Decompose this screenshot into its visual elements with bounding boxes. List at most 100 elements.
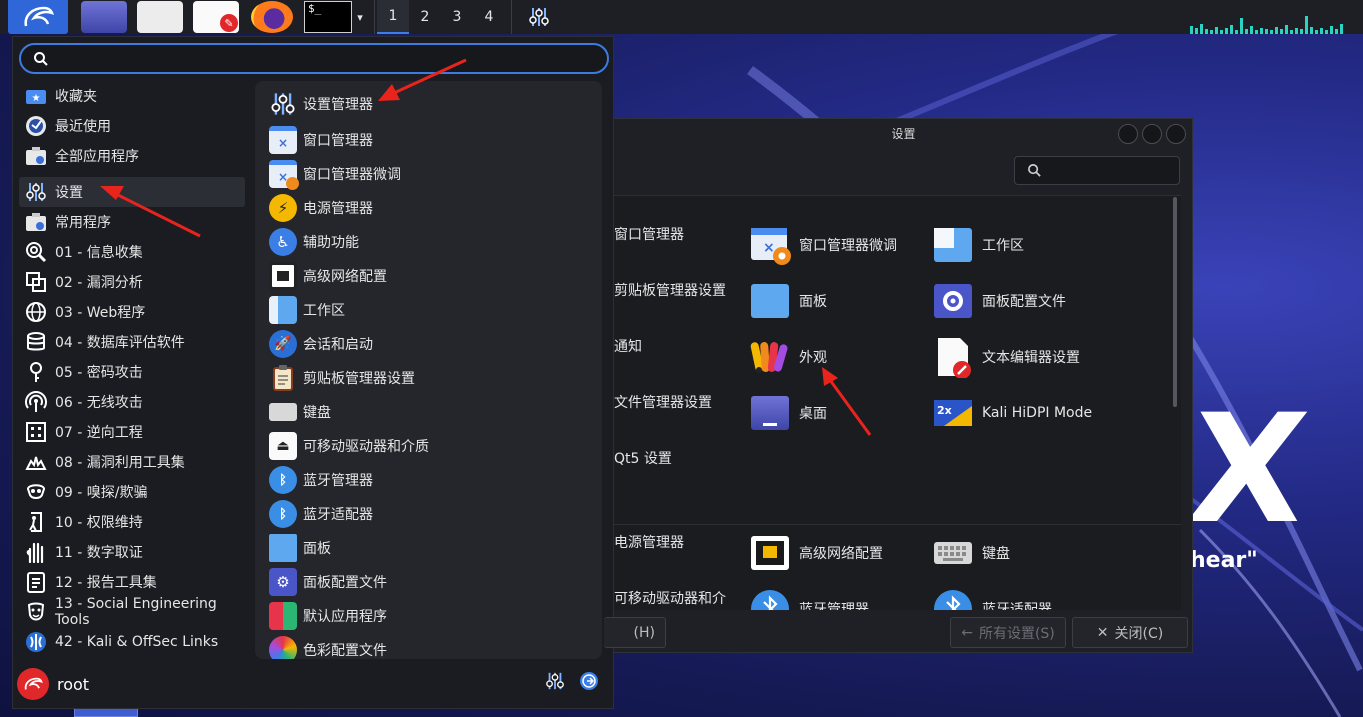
category-wireless[interactable]: 06 - 无线攻击 <box>19 387 245 417</box>
app-accessibility[interactable]: ♿ 辅助功能 <box>255 225 602 259</box>
terminal-button[interactable]: $_ <box>304 1 352 33</box>
category-kali-links[interactable]: 42 - Kali & OffSec Links <box>19 627 245 657</box>
password-icon <box>25 361 47 383</box>
firefox-button[interactable] <box>244 0 300 34</box>
category-database[interactable]: 04 - 数据库评估软件 <box>19 327 245 357</box>
settings-item-clipboard[interactable]: 剪贴板管理器设置 <box>614 280 726 300</box>
app-label: 工作区 <box>303 303 345 319</box>
app-panel[interactable]: 面板 <box>255 531 602 565</box>
settings-item-bluetooth-manager[interactable]: 蓝牙管理器 <box>749 588 869 610</box>
item-label: 电源管理器 <box>614 535 684 551</box>
category-usual-apps[interactable]: 常用程序 <box>19 207 245 237</box>
app-window-manager[interactable]: × 窗口管理器 <box>255 123 602 157</box>
category-recent[interactable]: 最近使用 <box>19 111 245 141</box>
top-panel: ✎ $_ ▾ 1 2 3 4 <box>0 0 1363 34</box>
svg-text:×: × <box>763 240 775 256</box>
panel-settings-button[interactable] <box>522 0 556 34</box>
appearance-icon <box>749 336 791 378</box>
close-icon: ✕ <box>1096 624 1109 641</box>
category-forensics[interactable]: 11 - 数字取证 <box>19 537 245 567</box>
app-power-manager[interactable]: ⚡ 电源管理器 <box>255 191 602 225</box>
post-exploit-icon <box>25 511 47 533</box>
settings-item-appearance[interactable]: 外观 <box>749 336 827 378</box>
item-label: 文件管理器设置 <box>614 395 712 411</box>
category-label: 11 - 数字取证 <box>55 545 143 561</box>
settings-item-panel[interactable]: 面板 <box>749 280 827 322</box>
settings-item-desktop[interactable]: 桌面 <box>749 392 827 434</box>
minimize-button[interactable] <box>1118 124 1138 144</box>
settings-item-power-manager[interactable]: 电源管理器 <box>614 532 684 552</box>
keyboard-icon <box>269 403 297 421</box>
app-color-profiles[interactable]: 色彩配置文件 <box>255 633 602 659</box>
app-default-apps[interactable]: 默认应用程序 <box>255 599 602 633</box>
workspace-1[interactable]: 1 <box>377 0 409 34</box>
logout-button[interactable] <box>579 671 599 695</box>
settings-search-bar[interactable] <box>1014 156 1180 185</box>
app-window-tweaks[interactable]: × 窗口管理器微调 <box>255 157 602 191</box>
app-removable-drives[interactable]: ⏏ 可移动驱动器和介质 <box>255 429 602 463</box>
settings-item-hidpi[interactable]: 2x Kali HiDPI Mode <box>932 392 1092 434</box>
settings-item-file-manager[interactable]: 文件管理器设置 <box>614 392 712 412</box>
settings-item-bluetooth-adapter[interactable]: 蓝牙适配器 <box>932 588 1052 610</box>
file-manager-button[interactable] <box>132 0 188 34</box>
show-desktop-button[interactable] <box>76 0 132 34</box>
settings-item-network[interactable]: 高级网络配置 <box>749 532 883 574</box>
settings-item-removable-drives[interactable]: 可移动驱动器和介 <box>614 588 726 608</box>
close-button[interactable]: ✕ 关闭(C) <box>1072 617 1188 648</box>
category-all-apps[interactable]: 全部应用程序 <box>19 141 245 171</box>
menu-search-bar[interactable] <box>19 43 609 74</box>
category-vuln-analysis[interactable]: 02 - 漏洞分析 <box>19 267 245 297</box>
category-exploit[interactable]: 08 - 漏洞利用工具集 <box>19 447 245 477</box>
category-web-apps[interactable]: 03 - Web程序 <box>19 297 245 327</box>
app-bluetooth-manager[interactable]: ᛒ 蓝牙管理器 <box>255 463 602 497</box>
settings-item-workspaces[interactable]: 工作区 <box>932 224 1024 266</box>
category-reporting[interactable]: 12 - 报告工具集 <box>19 567 245 597</box>
workspace-4[interactable]: 4 <box>473 0 505 34</box>
close-window-button[interactable] <box>1166 124 1186 144</box>
category-label: 10 - 权限维持 <box>55 515 143 531</box>
workspace-2[interactable]: 2 <box>409 0 441 34</box>
category-post-exploit[interactable]: 10 - 权限维持 <box>19 507 245 537</box>
workspace-3[interactable]: 3 <box>441 0 473 34</box>
category-password[interactable]: 05 - 密码攻击 <box>19 357 245 387</box>
app-panel-profiles[interactable]: ⚙ 面板配置文件 <box>255 565 602 599</box>
maximize-button[interactable] <box>1142 124 1162 144</box>
app-keyboard[interactable]: 键盘 <box>255 395 602 429</box>
text-editor-button[interactable]: ✎ <box>188 0 244 34</box>
category-label: 04 - 数据库评估软件 <box>55 335 185 351</box>
kali-menu-button[interactable] <box>8 0 68 34</box>
app-clipboard[interactable]: 剪贴板管理器设置 <box>255 361 602 395</box>
settings-item-keyboard[interactable]: 键盘 <box>932 532 1010 574</box>
item-label: 通知 <box>614 339 642 355</box>
settings-item-notifications[interactable]: 通知 <box>614 336 642 356</box>
logout-icon <box>580 672 598 690</box>
user-bar: root <box>17 665 607 703</box>
app-bluetooth-adapter[interactable]: ᛒ 蓝牙适配器 <box>255 497 602 531</box>
settings-item-qt5[interactable]: Qt5 设置 <box>614 448 672 468</box>
desktop-icon <box>749 392 791 434</box>
settings-item-window-manager[interactable]: 窗口管理器 <box>614 224 684 244</box>
category-sniffing[interactable]: 09 - 嗅探/欺骗 <box>19 477 245 507</box>
category-info-gathering[interactable]: 01 - 信息收集 <box>19 237 245 267</box>
exploit-icon <box>25 451 47 473</box>
menu-search-input[interactable] <box>57 50 577 67</box>
category-reverse-eng[interactable]: 07 - 逆向工程 <box>19 417 245 447</box>
category-settings[interactable]: 设置 <box>19 177 245 207</box>
terminal-dropdown-arrow[interactable]: ▾ <box>352 0 368 34</box>
settings-item-panel-profiles[interactable]: 面板配置文件 <box>932 280 1066 322</box>
settings-button[interactable] <box>545 671 565 695</box>
scrollbar[interactable] <box>1173 197 1177 407</box>
category-label: 08 - 漏洞利用工具集 <box>55 455 185 471</box>
help-button[interactable]: (H) <box>604 617 666 648</box>
app-workspaces[interactable]: 工作区 <box>255 293 602 327</box>
settings-item-window-tweaks[interactable]: × 窗口管理器微调 <box>749 224 897 266</box>
app-settings-manager[interactable]: 设置管理器 <box>255 85 602 123</box>
settings-item-text-editor[interactable]: 文本编辑器设置 <box>932 336 1080 378</box>
social-eng-icon <box>25 601 47 623</box>
category-favorites[interactable]: ★ 收藏夹 <box>19 81 245 111</box>
app-network[interactable]: 高级网络配置 <box>255 259 602 293</box>
app-session-startup[interactable]: 🚀 会话和启动 <box>255 327 602 361</box>
recent-icon <box>25 115 47 137</box>
category-social-eng[interactable]: 13 - Social Engineering Tools <box>19 596 245 628</box>
all-settings-button[interactable]: ← 所有设置(S) <box>950 617 1066 648</box>
